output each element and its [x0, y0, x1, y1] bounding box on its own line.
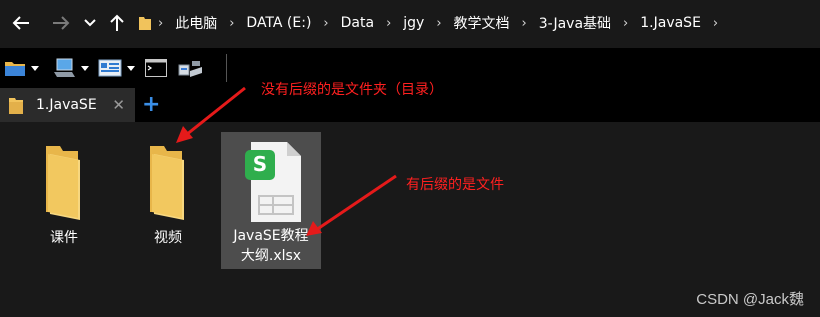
arrow-to-folder	[176, 86, 246, 143]
arrow-to-file	[306, 174, 397, 236]
annotation-arrows	[176, 86, 397, 236]
